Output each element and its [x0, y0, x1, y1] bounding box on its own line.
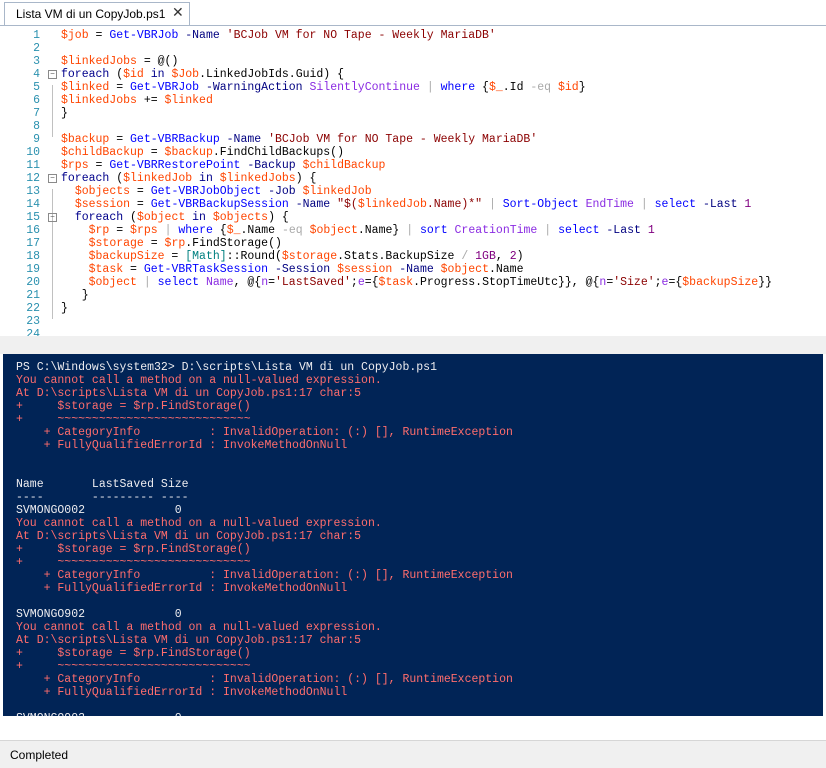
- collapse-icon[interactable]: −: [48, 213, 57, 222]
- line-number: 10: [26, 146, 40, 159]
- status-bar: Completed: [0, 740, 826, 768]
- code-text: foreach ($linkedJob in $linkedJobs) {: [61, 172, 317, 185]
- console-line: + CategoryInfo : InvalidOperation: (:) […: [16, 673, 513, 686]
- line-number: 2: [33, 42, 40, 55]
- console-line: + FullyQualifiedErrorId : InvokeMethodOn…: [16, 439, 348, 452]
- collapse-icon[interactable]: −: [48, 70, 57, 79]
- pane-splitter[interactable]: [0, 336, 826, 354]
- line-number: 4: [33, 68, 40, 81]
- code-text: }: [61, 302, 68, 315]
- console-line: You cannot call a method on a null-value…: [16, 621, 382, 634]
- console-line: PS C:\Windows\system32> D:\scripts\Lista…: [16, 361, 437, 374]
- line-number: 9: [33, 133, 40, 146]
- code-text: $backupSize = [Math]::Round($storage.Sta…: [88, 250, 524, 263]
- console-line: You cannot call a method on a null-value…: [16, 374, 382, 387]
- line-number: 24: [26, 328, 40, 336]
- line-number: 15: [26, 211, 40, 224]
- console-line: + ~~~~~~~~~~~~~~~~~~~~~~~~~~~~: [16, 556, 251, 569]
- console-line: SVMONGO002 0: [16, 504, 182, 517]
- line-number: 21: [26, 289, 40, 302]
- tab-title: Lista VM di un CopyJob.ps1: [16, 7, 166, 21]
- code-text: $backup = Get-VBRBackup -Name 'BCJob VM …: [61, 133, 538, 146]
- tab-strip: Lista VM di un CopyJob.ps1 ✕: [0, 0, 826, 26]
- line-number: 5: [33, 81, 40, 94]
- line-number: 22: [26, 302, 40, 315]
- console-line: + $storage = $rp.FindStorage(): [16, 543, 251, 556]
- code-text: $childBackup = $backup.FindChildBackups(…: [61, 146, 344, 159]
- fold-guide: [52, 189, 53, 319]
- console-line: At D:\scripts\Lista VM di un CopyJob.ps1…: [16, 387, 362, 400]
- code-text: }: [61, 107, 68, 120]
- code-text: $session = Get-VBRBackupSession -Name "$…: [74, 198, 752, 211]
- code-text: }: [61, 289, 89, 302]
- script-editor[interactable]: 1 $job = Get-VBRJob -Name 'BCJob VM for N…: [0, 26, 826, 336]
- console-line: + CategoryInfo : InvalidOperation: (:) […: [16, 426, 513, 439]
- code-text: foreach ($id in $Job.LinkedJobIds.Guid) …: [61, 68, 345, 81]
- line-number: 8: [33, 120, 40, 133]
- code-text: $objects = Get-VBRJobObject -Job $linked…: [74, 185, 372, 198]
- line-number: 13: [26, 185, 40, 198]
- code-text: $rps = Get-VBRRestorePoint -Backup $chil…: [61, 159, 386, 172]
- line-number: 3: [33, 55, 40, 68]
- console-line: + FullyQualifiedErrorId : InvokeMethodOn…: [16, 686, 348, 699]
- line-number: 1: [33, 29, 40, 42]
- console-line: At D:\scripts\Lista VM di un CopyJob.ps1…: [16, 634, 362, 647]
- console-line: ---- --------- ----: [16, 491, 189, 504]
- console-line: At D:\scripts\Lista VM di un CopyJob.ps1…: [16, 530, 362, 543]
- code-text: $object | select Name, @{n='LastSaved';e…: [88, 276, 772, 289]
- tab-script-file[interactable]: Lista VM di un CopyJob.ps1 ✕: [4, 2, 190, 25]
- collapse-icon[interactable]: −: [48, 174, 57, 183]
- console-line: + ~~~~~~~~~~~~~~~~~~~~~~~~~~~~: [16, 413, 251, 426]
- line-number: 20: [26, 276, 40, 289]
- line-number: 11: [26, 159, 40, 172]
- code-text: foreach ($object in $objects) {: [74, 211, 289, 224]
- console-line: + CategoryInfo : InvalidOperation: (:) […: [16, 569, 513, 582]
- code-text: $linked = Get-VBRJob -WarningAction Sile…: [61, 81, 586, 94]
- console-line: You cannot call a method on a null-value…: [16, 517, 382, 530]
- console-line: Name LastSaved Size: [16, 478, 189, 491]
- console-line: SVMONGO902 0: [16, 608, 182, 621]
- line-number: 17: [26, 237, 40, 250]
- line-number: 14: [26, 198, 40, 211]
- line-number: 23: [26, 315, 40, 328]
- line-number: 16: [26, 224, 40, 237]
- status-text: Completed: [10, 748, 69, 762]
- fold-guide: [52, 85, 53, 137]
- code-text: $linkedJobs = @(): [61, 55, 179, 68]
- line-number: 6: [33, 94, 40, 107]
- line-number: 7: [33, 107, 40, 120]
- console-line: + $storage = $rp.FindStorage(): [16, 400, 251, 413]
- code-text: $linkedJobs += $linked: [61, 94, 213, 107]
- code-text: $rp = $rps | where {$_.Name -eq $object.…: [88, 224, 655, 237]
- line-number: 19: [26, 263, 40, 276]
- code-text: $task = Get-VBRTaskSession -Session $ses…: [88, 263, 524, 276]
- console-line: SVMONGO903 0: [16, 712, 182, 716]
- code-text: $job = Get-VBRJob -Name 'BCJob VM for NO…: [61, 29, 496, 42]
- close-icon[interactable]: ✕: [172, 4, 184, 21]
- line-number: 12: [26, 172, 40, 185]
- code-text: $storage = $rp.FindStorage(): [88, 237, 282, 250]
- console-line: + $storage = $rp.FindStorage(): [16, 647, 251, 660]
- console-line: + ~~~~~~~~~~~~~~~~~~~~~~~~~~~~: [16, 660, 251, 673]
- console-pane[interactable]: PS C:\Windows\system32> D:\scripts\Lista…: [3, 354, 823, 716]
- line-number: 18: [26, 250, 40, 263]
- console-line: + FullyQualifiedErrorId : InvokeMethodOn…: [16, 582, 348, 595]
